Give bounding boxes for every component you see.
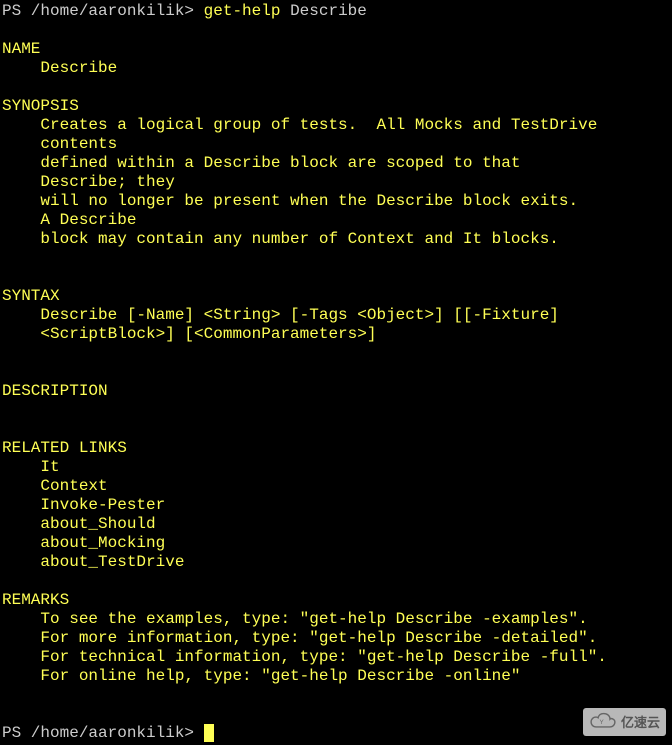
synopsis-line: contents [2, 135, 117, 153]
syntax-header: SYNTAX [2, 287, 60, 305]
syntax-line: <ScriptBlock>] [<CommonParameters>] [2, 325, 376, 343]
related-link: about_Mocking [2, 534, 165, 552]
synopsis-line: Creates a logical group of tests. All Mo… [2, 116, 607, 134]
name-value: Describe [2, 59, 117, 77]
cloud-icon: Y [589, 712, 617, 732]
synopsis-line: will no longer be present when the Descr… [2, 192, 597, 210]
command-arg: Describe [290, 2, 367, 20]
terminal-output[interactable]: PS /home/aaronkilik> get-help Describe N… [0, 0, 672, 745]
remarks-line: For more information, type: "get-help De… [2, 629, 597, 647]
synopsis-header: SYNOPSIS [2, 97, 79, 115]
syntax-line: Describe [-Name] <String> [-Tags <Object… [2, 306, 569, 324]
related-link: Invoke-Pester [2, 496, 165, 514]
prompt-line-2[interactable]: PS /home/aaronkilik> [2, 724, 214, 742]
related-header: RELATED LINKS [2, 439, 127, 457]
prompt-prefix: PS /home/aaronkilik> [2, 2, 204, 20]
remarks-line: To see the examples, type: "get-help Des… [2, 610, 588, 628]
watermark: Y 亿速云 [583, 708, 666, 736]
cursor [204, 724, 214, 742]
related-link: about_TestDrive [2, 553, 184, 571]
remarks-line: For technical information, type: "get-he… [2, 648, 607, 666]
synopsis-line: Describe; they [2, 173, 175, 191]
related-link: Context [2, 477, 108, 495]
watermark-text: 亿速云 [621, 713, 660, 732]
synopsis-line: A Describe [2, 211, 136, 229]
remarks-line: For online help, type: "get-help Describ… [2, 667, 520, 685]
description-header: DESCRIPTION [2, 382, 108, 400]
svg-text:Y: Y [599, 719, 604, 726]
related-link: about_Should [2, 515, 156, 533]
remarks-header: REMARKS [2, 591, 69, 609]
prompt-prefix: PS /home/aaronkilik> [2, 724, 204, 742]
command-cmdlet: get-help [204, 2, 290, 20]
synopsis-line: defined within a Describe block are scop… [2, 154, 530, 172]
synopsis-line: block may contain any number of Context … [2, 230, 559, 248]
related-link: It [2, 458, 60, 476]
prompt-line-1: PS /home/aaronkilik> get-help Describe [2, 2, 367, 20]
name-header: NAME [2, 40, 40, 58]
